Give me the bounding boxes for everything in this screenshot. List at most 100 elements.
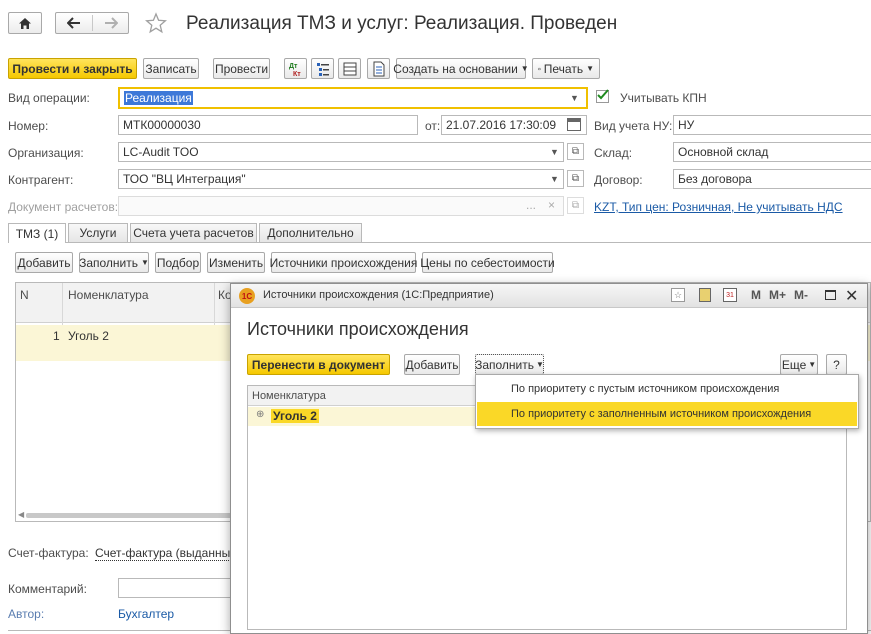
author-label: Автор: — [8, 607, 45, 621]
contract-field[interactable]: Без договора — [673, 169, 871, 189]
author-value: Бухгалтер — [118, 607, 175, 621]
cost-prices-button[interactable]: Цены по себестоимости — [420, 252, 555, 273]
operation-select[interactable]: Реализация — [118, 87, 588, 109]
document-button[interactable] — [367, 58, 390, 79]
horizontal-scrollbar[interactable] — [26, 513, 236, 518]
home-button[interactable] — [8, 12, 42, 34]
warehouse-field[interactable]: Основной склад — [673, 142, 871, 162]
row-number: 1 — [53, 329, 60, 343]
sources-button[interactable]: Источники происхождения — [270, 252, 417, 273]
printer-icon — [538, 67, 541, 70]
memory-m-button[interactable]: M — [751, 288, 761, 302]
comment-field[interactable] — [118, 578, 238, 598]
warehouse-label: Склад: — [594, 146, 633, 160]
organization-label: Организация: — [8, 146, 84, 160]
tax-type-label: Вид учета НУ: — [594, 119, 673, 133]
tab-services[interactable]: Услуги — [68, 223, 128, 242]
dialog-titlebar: 1С Источники происхождения (1С:Предприят… — [231, 284, 867, 308]
number-label: Номер: — [8, 119, 49, 133]
tab-tmz[interactable]: ТМЗ (1) — [8, 223, 66, 243]
price-settings-link[interactable]: KZT, Тип цен: Розничная, Не учитывать НД… — [594, 200, 843, 214]
dialog-heading: Источники происхождения — [247, 319, 469, 339]
operation-dropdown-icon[interactable]: ▼ — [566, 88, 583, 108]
dt-kt-icon: ДтКт — [289, 63, 301, 77]
comment-label: Комментарий: — [8, 582, 87, 596]
change-button[interactable]: Изменить — [207, 252, 265, 273]
counterparty-open-icon[interactable]: ⧉ — [567, 170, 584, 187]
select-button[interactable]: Подбор — [155, 252, 201, 273]
fill-table-button[interactable]: Заполнить ▼ — [79, 252, 149, 273]
create-based-on-label: Создать на основании — [393, 61, 518, 76]
report-button[interactable] — [338, 58, 361, 79]
organization-field[interactable]: LC-Audit TOO — [118, 142, 564, 162]
dialog-fill-button[interactable]: Заполнить ▼ — [475, 354, 544, 375]
favorite-icon[interactable]: ☆ — [671, 288, 685, 302]
close-icon[interactable]: ✕ — [845, 286, 858, 306]
fill-dropdown-menu: По приоритету с пустым источником происх… — [475, 374, 859, 429]
chevron-down-icon: ▼ — [141, 258, 149, 267]
settlement-doc-label: Документ расчетов: — [8, 200, 119, 214]
post-and-close-button[interactable]: Провести и закрыть — [8, 58, 137, 79]
calendar-icon[interactable] — [567, 118, 581, 131]
organization-open-icon[interactable]: ⧉ — [567, 143, 584, 160]
number-field[interactable]: МТК00000030 — [118, 115, 418, 135]
maximize-icon[interactable] — [825, 290, 836, 300]
back-button[interactable] — [56, 13, 92, 33]
tax-type-field[interactable]: НУ — [673, 115, 871, 135]
column-header-item: Номенклатура — [252, 390, 326, 402]
help-button[interactable]: ? — [826, 354, 847, 375]
vat-checkbox[interactable] — [596, 89, 609, 103]
chevron-down-icon: ▼ — [586, 64, 594, 73]
date-field[interactable]: 21.07.2016 17:30:09 — [441, 115, 587, 135]
expand-icon[interactable]: ⊕ — [256, 409, 264, 420]
transfer-to-document-button[interactable]: Перенести в документ — [247, 354, 390, 375]
svg-text:Кт: Кт — [293, 71, 301, 77]
settlement-doc-clear-icon[interactable]: × — [548, 198, 555, 212]
sources-dialog: 1С Источники происхождения (1С:Предприят… — [230, 283, 868, 634]
organization-dropdown-icon[interactable]: ▼ — [546, 142, 563, 162]
tab-additional[interactable]: Дополнительно — [259, 223, 362, 242]
create-based-on-button[interactable]: Создать на основании ▼ — [393, 58, 529, 79]
post-button[interactable]: Провести — [213, 58, 270, 79]
print-label: Печать — [543, 61, 584, 76]
memory-plus-button[interactable]: M+ — [769, 288, 786, 302]
counterparty-field[interactable]: ТОО "ВЦ Интеграция" — [118, 169, 564, 189]
document-icon — [373, 61, 384, 76]
home-icon — [19, 17, 31, 29]
save-button[interactable]: Записать — [143, 58, 199, 79]
more-button[interactable]: Еще ▼ — [780, 354, 818, 375]
menu-item-filled-source[interactable]: По приоритету с заполненным источником п… — [477, 402, 857, 426]
settlement-doc-select-icon[interactable]: ... — [526, 198, 536, 212]
chevron-down-icon: ▼ — [536, 360, 544, 369]
counterparty-dropdown-icon[interactable]: ▼ — [546, 169, 563, 189]
more-label: Еще — [781, 357, 807, 372]
memory-minus-button[interactable]: M- — [794, 288, 808, 302]
invoice-link[interactable]: Счет-фактура (выданный) — [95, 546, 241, 561]
print-button[interactable]: Печать ▼ — [532, 58, 600, 79]
scroll-left-icon[interactable]: ◀ — [18, 510, 24, 519]
chevron-down-icon: ▼ — [520, 64, 529, 73]
invoice-label: Счет-фактура: — [8, 546, 89, 560]
menu-item-empty-source[interactable]: По приоритету с пустым источником происх… — [477, 377, 857, 401]
structure-button[interactable] — [311, 58, 334, 79]
settlement-doc-open-icon[interactable]: ⧉ — [567, 197, 584, 214]
add-row-button[interactable]: Добавить — [15, 252, 73, 273]
page-title: Реализация ТМЗ и услуг: Реализация. Пров… — [186, 13, 618, 34]
date-label: от: — [425, 119, 441, 133]
dt-kt-button[interactable]: Дт Кт — [284, 58, 307, 79]
favorite-star-icon[interactable] — [144, 12, 168, 37]
calendar-icon[interactable]: 31 — [723, 288, 737, 302]
fill-table-label: Заполнить — [79, 255, 138, 270]
column-header-item: Номенклатура — [68, 288, 149, 302]
settlement-doc-field[interactable] — [118, 196, 564, 216]
operation-value: Реализация — [124, 91, 193, 105]
forward-button[interactable] — [93, 13, 128, 33]
calculator-icon[interactable] — [699, 288, 711, 302]
column-header-n: N — [20, 288, 29, 302]
tab-settlement-accounts[interactable]: Счета учета расчетов — [130, 223, 257, 242]
checkmark-icon — [597, 89, 609, 100]
chevron-down-icon: ▼ — [808, 360, 817, 369]
dialog-add-button[interactable]: Добавить — [404, 354, 460, 375]
tabs-baseline — [8, 242, 871, 243]
arrow-right-icon — [104, 17, 118, 29]
